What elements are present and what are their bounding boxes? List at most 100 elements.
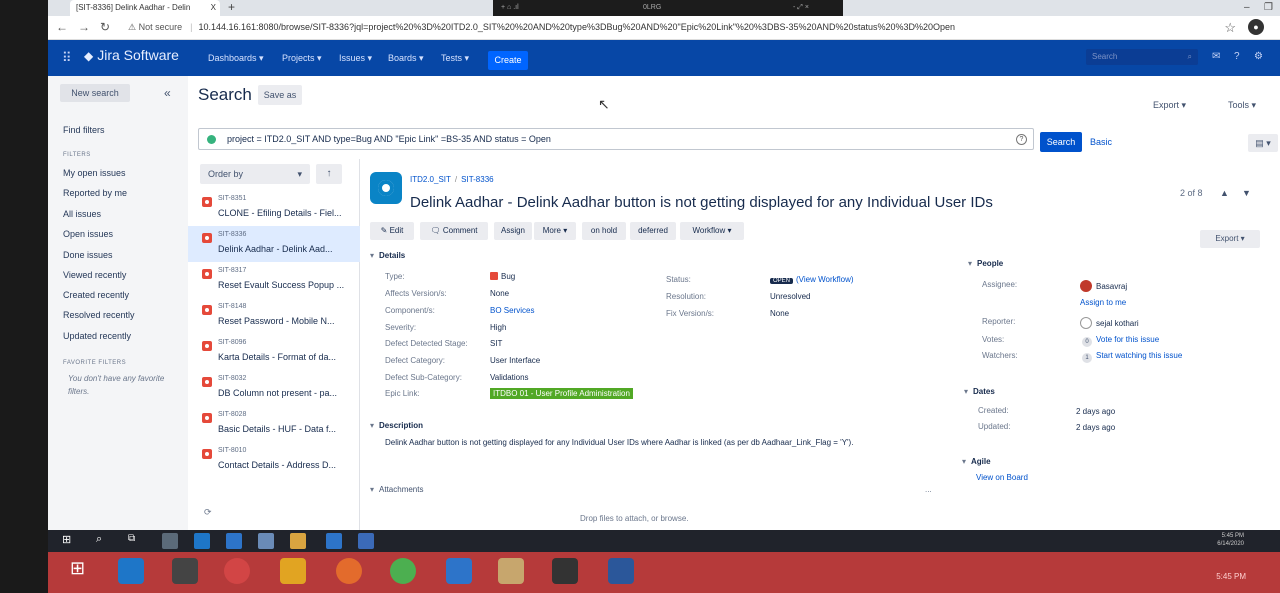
export-button[interactable]: Export ▾ xyxy=(1153,100,1186,111)
attachments-section-heading[interactable]: ▾ Attachments xyxy=(370,485,423,494)
on-hold-button[interactable]: on hold xyxy=(582,222,626,240)
details-section-heading[interactable]: ▾ Details xyxy=(370,251,405,260)
search-button[interactable]: Search xyxy=(1040,132,1082,152)
assign-to-me-link[interactable]: Assign to me xyxy=(1080,298,1126,307)
browser-tab[interactable]: [SIT-8336] Delink Aadhar - Delin X xyxy=(70,0,220,16)
settings-icon[interactable]: ⚙ xyxy=(1254,51,1263,62)
help-icon[interactable]: ? xyxy=(1234,51,1240,62)
notifications-icon[interactable]: ✉ xyxy=(1212,51,1220,62)
comment-button[interactable]: 🗨 Comment xyxy=(420,222,488,240)
profile-avatar[interactable]: ● xyxy=(1248,19,1264,35)
list-item[interactable]: SIT-8096 Karta Details - Format of da... xyxy=(188,334,360,370)
media-icon[interactable] xyxy=(172,558,198,584)
filter-resolved-recently[interactable]: Resolved recently xyxy=(63,310,135,320)
security-warning[interactable]: ⚠ Not secure xyxy=(128,22,182,32)
filter-open-issues[interactable]: Open issues xyxy=(63,229,113,239)
new-tab-button[interactable]: + xyxy=(228,0,235,14)
app-switcher-icon[interactable]: ⠿ xyxy=(62,50,72,66)
list-item[interactable]: SIT-8032 DB Column not present - pa... xyxy=(188,370,360,406)
filter-my-open-issues[interactable]: My open issues xyxy=(63,168,126,178)
sort-direction-button[interactable]: ↑ xyxy=(316,164,342,184)
bookmark-star-icon[interactable]: ☆ xyxy=(1224,20,1236,36)
remote-bar-controls[interactable]: - ⤢ × xyxy=(793,0,809,16)
refresh-icon[interactable]: ⟳ xyxy=(204,507,212,518)
filter-viewed-recently[interactable]: Viewed recently xyxy=(63,270,126,280)
terminal-icon[interactable] xyxy=(552,558,578,584)
jira-logo[interactable]: ◆ Jira Software xyxy=(84,47,179,63)
nav-boards[interactable]: Boards ▾ xyxy=(388,53,424,64)
word-icon[interactable] xyxy=(358,533,374,549)
more-button[interactable]: More ▾ xyxy=(534,222,576,240)
vscode-icon[interactable] xyxy=(226,533,242,549)
filter-updated-recently[interactable]: Updated recently xyxy=(63,331,131,341)
edge-icon[interactable] xyxy=(194,533,210,549)
next-issue-icon[interactable]: ▼ xyxy=(1242,188,1251,198)
tab-close-icon[interactable]: X xyxy=(211,0,216,16)
nav-issues[interactable]: Issues ▾ xyxy=(339,53,372,64)
filter-created-recently[interactable]: Created recently xyxy=(63,290,129,300)
back-icon[interactable]: ← xyxy=(56,20,68,34)
chrome-icon[interactable] xyxy=(290,533,306,549)
watch-link[interactable]: Start watching this issue xyxy=(1096,351,1182,360)
previous-issue-icon[interactable]: ▲ xyxy=(1220,188,1229,198)
filter-reported-by-me[interactable]: Reported by me xyxy=(63,188,127,198)
description-text[interactable]: Delink Aadhar button is not getting disp… xyxy=(385,437,925,448)
explorer-icon[interactable] xyxy=(162,533,178,549)
save-as-button[interactable]: Save as xyxy=(258,85,302,105)
reload-icon[interactable]: ↻ xyxy=(100,20,110,34)
firefox-icon[interactable] xyxy=(336,558,362,584)
minimize-icon[interactable]: – xyxy=(1244,0,1250,16)
view-toggle-button[interactable]: ▤ ▾ xyxy=(1248,134,1278,152)
remote-bar-icons[interactable]: + ⌂ .ıl xyxy=(501,0,519,16)
dates-section-heading[interactable]: ▾ Dates xyxy=(964,387,995,396)
list-item-selected[interactable]: SIT-8336 Delink Aadhar - Delink Aad... xyxy=(188,226,360,262)
word-icon[interactable] xyxy=(608,558,634,584)
order-by-dropdown[interactable]: Order by ▾ xyxy=(200,164,310,184)
people-section-heading[interactable]: ▾ People xyxy=(968,259,1003,268)
issue-export-button[interactable]: Export ▾ xyxy=(1200,230,1260,248)
more-dots[interactable]: ... xyxy=(925,485,932,494)
list-item[interactable]: SIT-8317 Reset Evault Success Popup ... xyxy=(188,262,360,298)
collapse-sidebar-icon[interactable]: « xyxy=(164,86,171,100)
vscode-icon[interactable] xyxy=(326,533,342,549)
jql-help-icon[interactable]: ? xyxy=(1016,134,1027,145)
url-field[interactable]: ⚠ Not secure | 10.144.16.161:8080/browse/S… xyxy=(128,22,955,33)
drop-files-zone[interactable]: Drop files to attach, or browse. xyxy=(580,514,689,523)
app-icon[interactable] xyxy=(258,533,274,549)
chrome-icon[interactable] xyxy=(390,558,416,584)
assign-button[interactable]: Assign xyxy=(494,222,532,240)
nav-projects[interactable]: Projects ▾ xyxy=(282,53,322,64)
vote-link[interactable]: Vote for this issue xyxy=(1096,335,1159,344)
hp-icon[interactable] xyxy=(224,558,250,584)
explorer-icon[interactable] xyxy=(498,558,524,584)
jira-search-input[interactable]: Search ⌕ xyxy=(1086,49,1198,65)
breadcrumb-project[interactable]: ITD2.0_SIT xyxy=(410,175,451,184)
create-button[interactable]: Create xyxy=(488,51,528,70)
edit-button[interactable]: ✎ Edit xyxy=(370,222,414,240)
view-workflow-link[interactable]: (View Workflow) xyxy=(796,275,854,284)
ie-icon[interactable] xyxy=(118,558,144,584)
breadcrumb-issue-key[interactable]: SIT-8336 xyxy=(461,175,493,184)
nav-tests[interactable]: Tests ▾ xyxy=(441,53,469,64)
find-filters-link[interactable]: Find filters xyxy=(63,125,105,135)
search-icon[interactable]: ⌕ xyxy=(96,533,112,549)
basic-mode-link[interactable]: Basic xyxy=(1090,137,1112,147)
app-icon[interactable] xyxy=(280,558,306,584)
forward-icon[interactable]: → xyxy=(78,20,90,34)
new-search-button[interactable]: New search xyxy=(60,84,130,102)
nav-dashboards[interactable]: Dashboards ▾ xyxy=(208,53,264,64)
tools-button[interactable]: Tools ▾ xyxy=(1228,100,1256,111)
start-icon[interactable]: ⊞ xyxy=(70,558,96,584)
vscode-icon[interactable] xyxy=(446,558,472,584)
epic-link-badge[interactable]: ITDBO 01 - User Profile Administration xyxy=(490,388,633,399)
filter-done-issues[interactable]: Done issues xyxy=(63,250,113,260)
description-section-heading[interactable]: ▾ Description xyxy=(370,421,423,430)
list-item[interactable]: SIT-8148 Reset Password - Mobile N... xyxy=(188,298,360,334)
workflow-button[interactable]: Workflow ▾ xyxy=(680,222,744,240)
deferred-button[interactable]: deferred xyxy=(630,222,676,240)
start-icon[interactable]: ⊞ xyxy=(62,533,78,549)
agile-section-heading[interactable]: ▾ Agile xyxy=(962,457,991,466)
list-item[interactable]: SIT-8351 CLONE - Efiling Details - Fiel..… xyxy=(188,190,360,226)
list-item[interactable]: SIT-8010 Contact Details - Address D... xyxy=(188,442,360,478)
jql-input[interactable]: project = ITD2.0_SIT AND type=Bug AND "E… xyxy=(198,128,1034,150)
